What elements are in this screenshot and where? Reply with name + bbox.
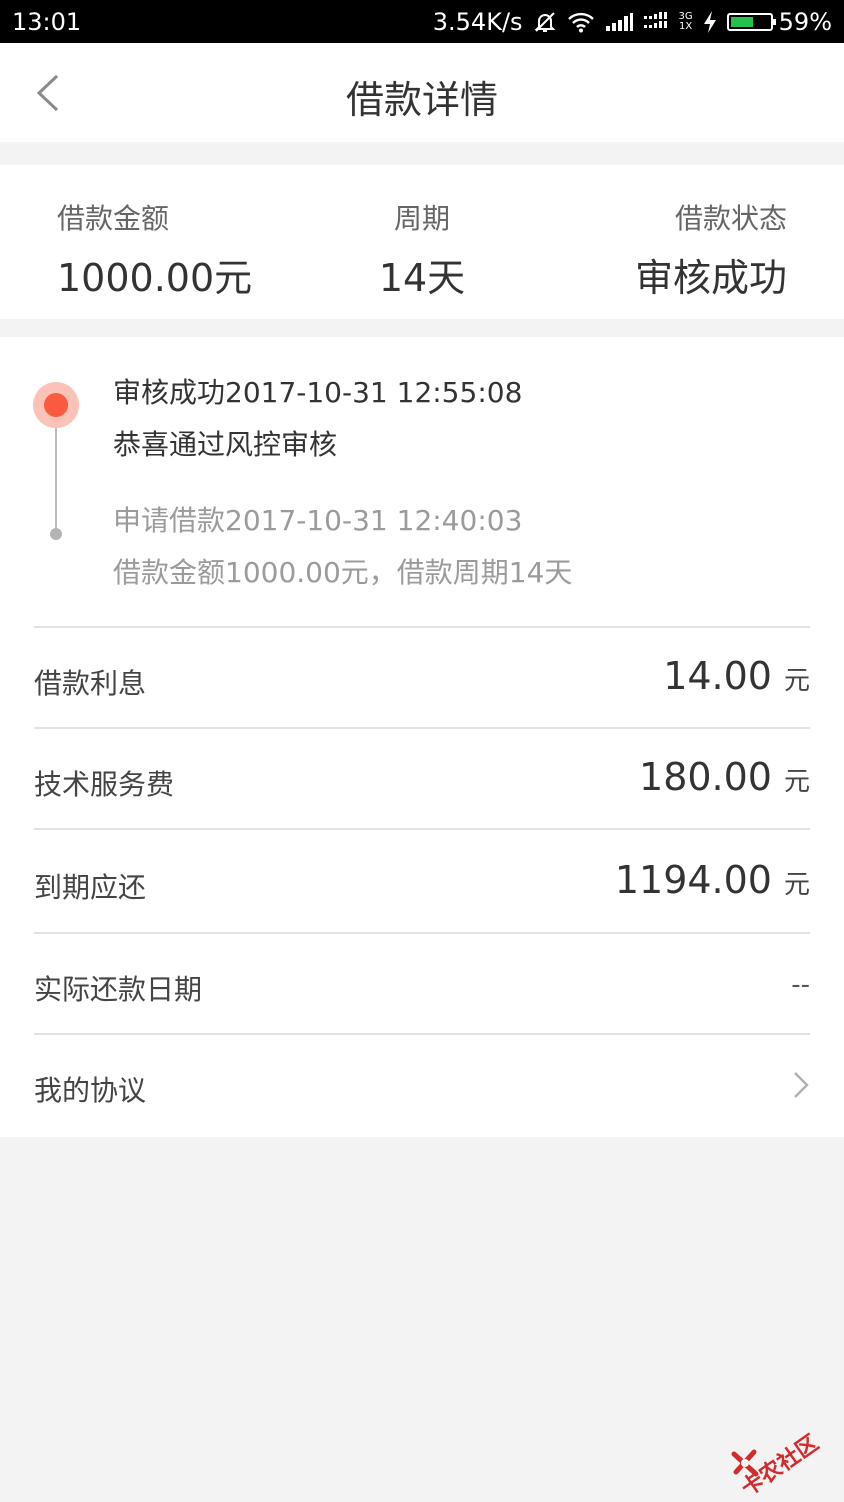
summary-period: 周期 14天	[322, 197, 522, 302]
row-repay-date: 实际还款日期 --	[34, 932, 810, 1033]
status-time: 13:01	[12, 8, 82, 36]
row-service-fee: 技术服务费 180.00 元	[34, 727, 810, 828]
due-value: 1194.00 元	[615, 858, 810, 902]
summary-status: 借款状态 审核成功	[635, 197, 787, 302]
status-bar: 13:01 3.54K/s 3G 1X 59%	[0, 0, 844, 43]
amount-value: 1000.00元	[57, 256, 253, 300]
fee-list: 借款利息 14.00 元 技术服务费 180.00 元 到期应还 1194.00…	[34, 626, 810, 1134]
loan-timeline: 审核成功2017-10-31 12:55:08 恭喜通过风控审核 申请借款201…	[0, 337, 844, 627]
timeline-item-desc: 借款金额1000.00元，借款周期14天	[113, 556, 573, 589]
period-value: 14天	[378, 256, 466, 300]
charging-icon	[703, 11, 717, 33]
agreement-label: 我的协议	[34, 1074, 147, 1107]
due-amount: 1194.00	[614, 858, 772, 902]
timeline-item-title: 审核成功2017-10-31 12:55:08	[113, 376, 523, 409]
loan-details: 审核成功2017-10-31 12:55:08 恭喜通过风控审核 申请借款201…	[0, 337, 844, 1137]
interest-amount: 14.00	[663, 654, 772, 698]
status-right: 3.54K/s 3G 1X 59%	[433, 6, 832, 38]
watermark: 卡农社区	[730, 1402, 830, 1502]
amount-label: 借款金额	[57, 202, 170, 235]
service-fee-label: 技术服务费	[34, 768, 175, 801]
repay-date-label: 实际还款日期	[34, 973, 203, 1006]
status-label: 借款状态	[674, 202, 787, 235]
timeline-active-dot	[33, 382, 79, 428]
repay-date-value: --	[791, 970, 810, 1000]
watermark-logo-icon	[730, 1448, 760, 1482]
loan-summary: 借款金额 1000.00元 周期 14天 借款状态 审核成功	[0, 165, 844, 319]
interest-unit: 元	[783, 666, 810, 696]
due-unit: 元	[783, 870, 810, 900]
timeline-item-desc: 恭喜通过风控审核	[113, 428, 338, 461]
period-label: 周期	[393, 202, 450, 235]
service-fee-amount: 180.00	[639, 755, 772, 799]
network-speed: 3.54K/s	[432, 8, 523, 36]
timeline-item-title: 申请借款2017-10-31 12:40:03	[113, 504, 523, 537]
bell-off-icon	[533, 10, 557, 34]
battery: 59%	[726, 8, 832, 36]
row-due: 到期应还 1194.00 元	[34, 828, 810, 932]
page-title: 借款详情	[345, 78, 498, 122]
wifi-icon	[567, 11, 595, 33]
nav-bar: 借款详情	[0, 43, 844, 142]
signal-icon	[605, 12, 633, 32]
interest-value: 14.00 元	[663, 654, 810, 698]
row-interest: 借款利息 14.00 元	[34, 626, 810, 727]
network-type: 3G 1X	[678, 11, 693, 32]
summary-amount: 借款金额 1000.00元	[57, 197, 252, 302]
interest-label: 借款利息	[34, 667, 147, 700]
service-fee-value: 180.00 元	[639, 755, 810, 799]
battery-icon	[726, 13, 776, 31]
due-label: 到期应还	[34, 871, 147, 904]
timeline-line	[55, 428, 57, 532]
battery-fill	[730, 17, 753, 27]
row-agreement[interactable]: 我的协议	[34, 1033, 810, 1134]
chevron-right-icon	[792, 1071, 810, 1103]
service-fee-unit: 元	[783, 767, 810, 797]
battery-percent: 59%	[778, 8, 832, 36]
status-value: 审核成功	[634, 256, 787, 300]
timeline-past-dot	[50, 528, 62, 540]
signal-icon	[643, 12, 669, 32]
